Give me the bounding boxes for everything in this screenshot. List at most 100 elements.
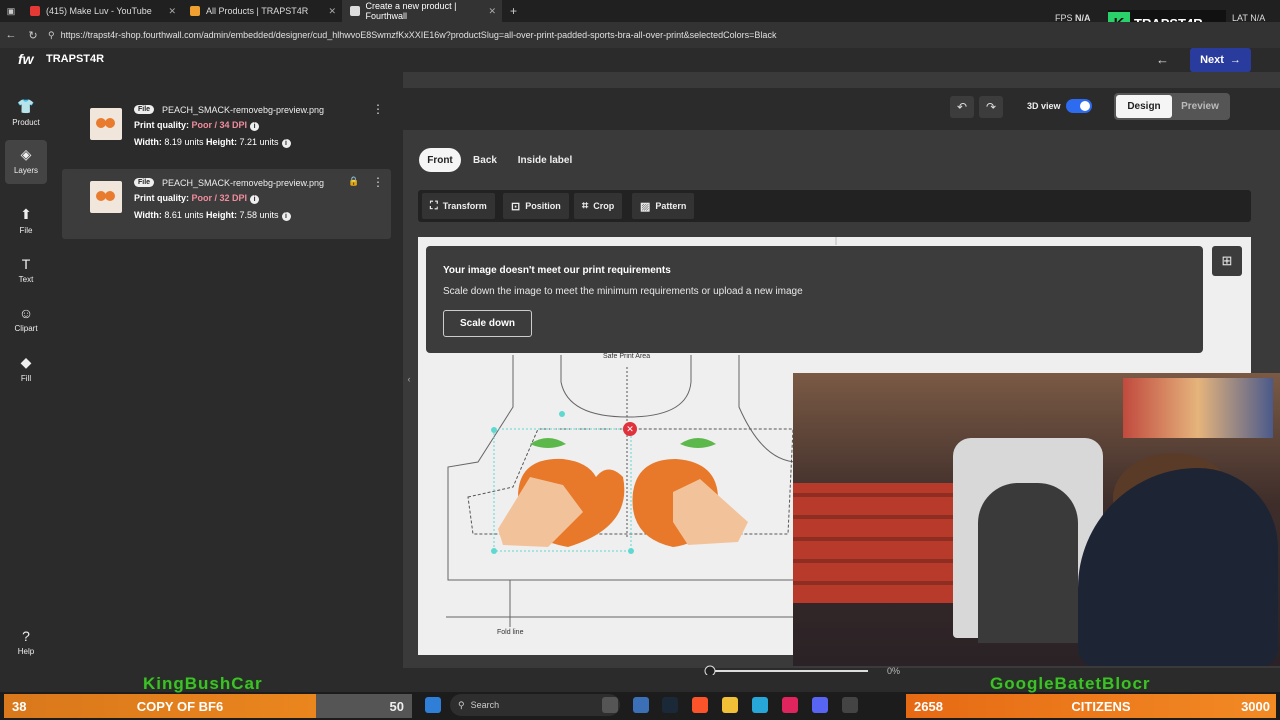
close-tab-icon[interactable]: ✕ (328, 6, 336, 17)
mode-switch: Design Preview (1114, 93, 1230, 120)
tab-design[interactable]: Design (1116, 95, 1172, 118)
file-explorer-icon[interactable] (722, 697, 738, 713)
crop-button[interactable]: ⌗ Crop (574, 193, 623, 219)
layer-item[interactable]: File PEACH_SMACK-removebg-preview.png Pr… (62, 96, 391, 166)
rail-item-product[interactable]: 👕 Product (5, 92, 47, 136)
lock-icon[interactable]: 🔒 (348, 176, 359, 187)
alert-body: Scale down the image to meet the minimum… (443, 286, 803, 297)
site-info-icon[interactable]: ⚲ (48, 30, 55, 41)
rail-item-clipart[interactable]: ☺ Clipart (5, 299, 47, 343)
task-view-icon[interactable] (602, 697, 618, 713)
fold-line-label: Fold line (497, 629, 524, 636)
webcam-overlay (793, 373, 1280, 666)
goal-title: CITIZENS (1071, 698, 1131, 714)
info-icon[interactable]: i (250, 122, 260, 131)
tab-label: (415) Make Luv - YouTube (46, 6, 152, 16)
goal-count: 38 (12, 698, 27, 714)
pattern-button[interactable]: ▨ Pattern (632, 193, 695, 219)
brave-icon[interactable] (692, 697, 708, 713)
tab-create-product[interactable]: Create a new product | Fourthwall ✕ (342, 0, 502, 22)
tab-front[interactable]: Front (419, 148, 461, 172)
undo-icon[interactable]: ↶ (950, 96, 974, 118)
layer-dimensions: Width: 8.61 units Height: 7.58 units i (134, 210, 291, 221)
back-arrow-icon[interactable]: ← (1156, 52, 1169, 67)
collapse-panel-icon[interactable]: ‹ (403, 363, 415, 395)
taskbar-search[interactable]: ⚲ Search (450, 694, 620, 716)
layer-filename: PEACH_SMACK-removebg-preview.png (162, 178, 325, 188)
search-icon: ⚲ (458, 699, 465, 710)
safe-print-area-label: Safe Print Area (603, 353, 651, 360)
tab-inside-label[interactable]: Inside label (510, 148, 580, 172)
info-icon[interactable]: i (281, 139, 291, 148)
print-quality: Print quality: Poor / 34 DPI i (134, 120, 260, 131)
position-icon: ⊡ (511, 200, 521, 213)
layers-panel: File PEACH_SMACK-removebg-preview.png Pr… (52, 88, 403, 668)
window-menu-icon[interactable]: ▣ (0, 6, 22, 17)
zoom-level: 0% (887, 666, 901, 676)
refresh-icon[interactable]: ↻ (22, 29, 44, 42)
more-options-icon[interactable]: ⋮ (372, 102, 384, 116)
tab-all-products[interactable]: All Products | TRAPST4R ✕ (182, 0, 342, 22)
alert-title: Your image doesn't meet our print requir… (443, 265, 671, 276)
notepad-icon[interactable] (633, 697, 649, 713)
rail-item-file[interactable]: ⬆ File (5, 200, 47, 244)
svg-text:✕: ✕ (626, 424, 634, 434)
layer-thumbnail (90, 181, 122, 213)
next-label: Next (1200, 54, 1224, 66)
redo-icon[interactable]: ↷ (979, 96, 1003, 118)
position-button[interactable]: ⊡ Position (503, 193, 569, 219)
tab-back[interactable]: Back (467, 148, 503, 172)
file-tag: File (134, 178, 155, 187)
obs-icon[interactable] (842, 697, 858, 713)
donor-name-right: GoogleBatetBlocr (990, 674, 1151, 693)
steam-icon[interactable] (662, 697, 678, 713)
url-text[interactable]: https://trapst4r-shop.fourthwall.com/adm… (61, 30, 777, 40)
info-icon[interactable]: i (281, 212, 291, 221)
shirt-icon: 👕 (17, 98, 35, 114)
tiktok-icon[interactable] (782, 697, 798, 713)
3d-view-toggle[interactable] (1066, 99, 1092, 113)
zoom-slider[interactable] (418, 662, 1251, 677)
tab-youtube[interactable]: (415) Make Luv - YouTube ✕ (22, 0, 182, 22)
wall-poster (1123, 378, 1273, 438)
info-icon[interactable]: i (250, 195, 260, 204)
next-button[interactable]: Next → (1190, 48, 1251, 72)
layer-item-selected[interactable]: File PEACH_SMACK-removebg-preview.png Pr… (62, 169, 391, 239)
more-options-icon[interactable]: ⋮ (372, 175, 384, 189)
close-tab-icon[interactable]: ✕ (488, 6, 496, 17)
streamer-body (1078, 468, 1278, 666)
rail-item-fill[interactable]: ◆ Fill (5, 348, 47, 392)
tab-preview[interactable]: Preview (1172, 95, 1228, 118)
close-tab-icon[interactable]: ✕ (168, 6, 176, 17)
rail-item-layers[interactable]: ◈ Layers (5, 140, 47, 184)
donor-name-left: KingBushCar (143, 674, 263, 693)
grid-view-icon[interactable]: ⊞ (1212, 246, 1242, 276)
back-icon[interactable]: ← (0, 29, 22, 41)
layer-filename: PEACH_SMACK-removebg-preview.png (162, 105, 325, 115)
fourthwall-logo[interactable]: fw (18, 51, 34, 67)
store-name: TRAPST4R (46, 53, 105, 65)
scale-down-button[interactable]: Scale down (443, 310, 532, 337)
tab-label: All Products | TRAPST4R (206, 6, 309, 16)
crop-icon: ⌗ (582, 199, 589, 212)
rail-item-help[interactable]: ? Help (5, 622, 47, 666)
goal-bar-right: 2658 CITIZENS 3000 (906, 694, 1276, 718)
goal-title: COPY OF BF6 (136, 698, 224, 714)
3d-view-label: 3D view (1027, 101, 1061, 111)
transform-button[interactable]: ⛶ Transform (422, 193, 495, 219)
discord-icon[interactable] (812, 697, 828, 713)
edge-icon[interactable] (752, 697, 768, 713)
help-icon: ? (22, 628, 30, 644)
app-header: fw TRAPST4R ← (0, 48, 1280, 72)
goal-bar-left: 38 COPY OF BF6 50 (4, 694, 412, 718)
shoe-box-shelf (793, 483, 963, 603)
layer-dimensions: Width: 8.19 units Height: 7.21 units i (134, 137, 291, 148)
rail-item-text[interactable]: T Text (5, 250, 47, 294)
smile-icon: ☺ (18, 305, 34, 321)
windows-start-icon[interactable] (425, 697, 441, 713)
new-tab-icon[interactable]: + (510, 4, 517, 18)
goal-target: 3000 (1241, 698, 1270, 714)
layers-icon: ◈ (20, 146, 32, 162)
print-quality: Print quality: Poor / 32 DPI i (134, 193, 260, 204)
youtube-favicon-icon (30, 6, 40, 16)
